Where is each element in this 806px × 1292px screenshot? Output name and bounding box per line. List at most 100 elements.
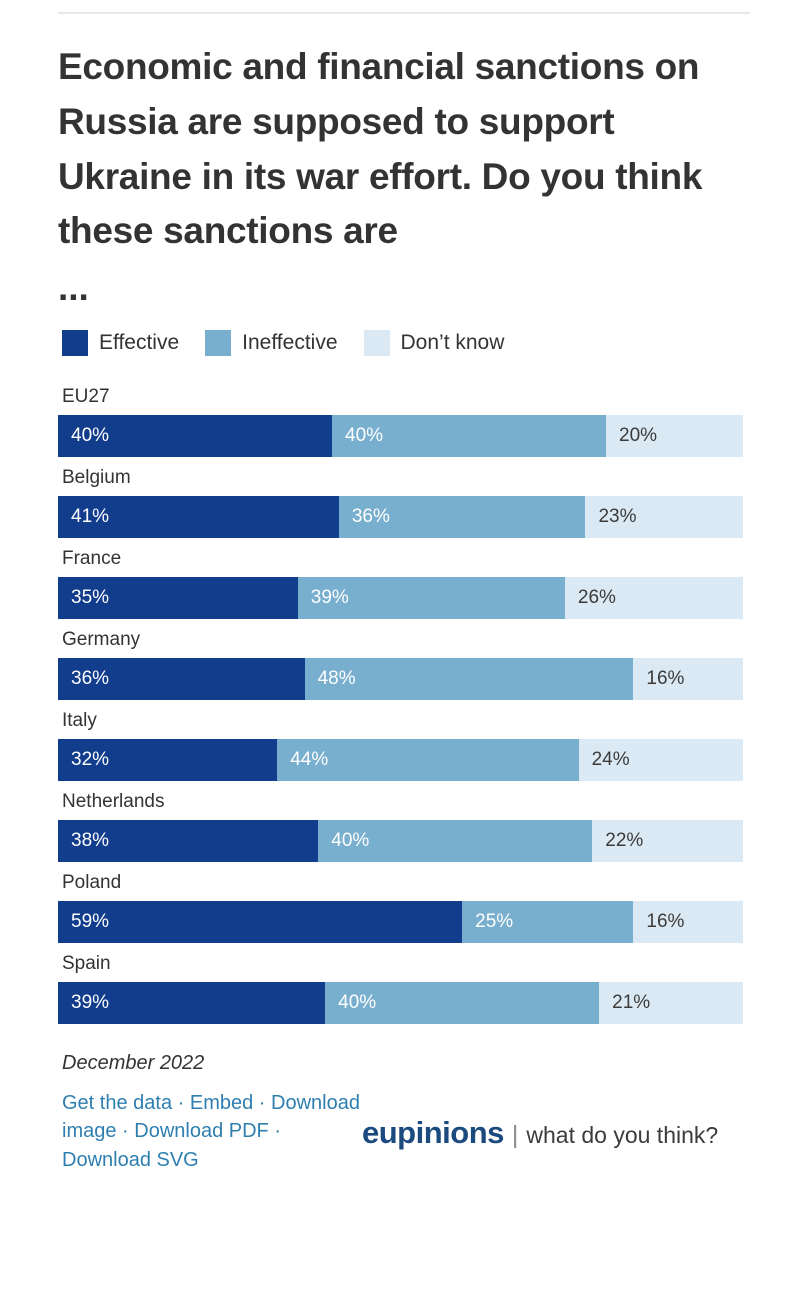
bar-group: Poland 59% 25% 16% [58, 862, 748, 943]
chart-bars: EU27 40% 40% 20% Belgium 41% 36% 23% France 35% 39… [58, 376, 748, 1024]
bar-group: Germany 36% 48% 16% [58, 619, 748, 700]
bar-segment-value: 20% [619, 425, 658, 446]
footer-link-separator: · [253, 1092, 272, 1114]
bar-segment[interactable]: 38% [58, 820, 319, 862]
bar-segment[interactable]: 35% [58, 577, 298, 619]
bar-segment-value: 40% [345, 425, 384, 446]
footer-links: Get the data · Embed · Download image · … [62, 1089, 372, 1174]
bar-segment-value: 35% [71, 587, 110, 608]
bar-segment[interactable]: 39% [58, 982, 326, 1024]
bar-segment-value: 24% [591, 749, 630, 770]
bar-segment[interactable]: 26% [564, 577, 743, 619]
bar-category-label: EU27 [62, 386, 110, 407]
stacked-bar: 38% 40% 22% [58, 820, 743, 862]
bar-segment[interactable]: 44% [277, 739, 579, 781]
bar-category-label: Netherlands [62, 791, 165, 812]
bar-segment[interactable]: 16% [633, 658, 743, 700]
chart-legend: Effective Ineffective Don’t know [62, 330, 748, 356]
bar-group: EU27 40% 40% 20% [58, 376, 748, 457]
bar-segment[interactable]: 36% [338, 496, 586, 538]
bar-category-label: Italy [62, 710, 97, 731]
legend-swatch-icon [205, 330, 232, 356]
page-title: Economic and financial sanctions on Russ… [58, 46, 703, 252]
legend-item[interactable]: Effective [62, 330, 179, 356]
legend-item-label: Don’t know [400, 331, 505, 354]
bar-segment-value: 32% [71, 749, 110, 770]
stacked-bar: 39% 40% 21% [58, 982, 743, 1024]
footer-link[interactable]: Embed [190, 1092, 253, 1114]
bar-segment-value: 40% [331, 830, 370, 851]
bar-segment[interactable]: 40% [58, 415, 332, 457]
legend-item-label: Effective [99, 331, 180, 354]
stacked-bar: 36% 48% 16% [58, 658, 743, 700]
survey-date: December 2022 [62, 1052, 205, 1074]
bar-group: Belgium 41% 36% 23% [58, 457, 748, 538]
bar-segment-value: 16% [646, 911, 685, 932]
stacked-bar: 32% 44% 24% [58, 739, 743, 781]
bar-segment-value: 22% [605, 830, 644, 851]
bar-segment-value: 38% [71, 830, 110, 851]
bar-segment-value: 40% [71, 425, 110, 446]
bar-segment-value: 39% [71, 992, 110, 1013]
chart-page: Economic and financial sanctions on Russ… [0, 12, 806, 1292]
bar-segment[interactable]: 21% [599, 982, 743, 1024]
bar-segment[interactable]: 40% [318, 820, 593, 862]
footer-link-separator: · [116, 1120, 135, 1143]
legend-item[interactable]: Don’t know [363, 330, 505, 356]
bar-segment[interactable]: 25% [462, 901, 634, 943]
bar-segment[interactable]: 20% [606, 415, 743, 457]
bar-segment[interactable]: 48% [304, 658, 634, 700]
bar-segment[interactable]: 24% [578, 739, 743, 781]
bar-segment-value: 41% [71, 506, 110, 527]
brand-lockup: eupinions | what do you think? [362, 1115, 718, 1151]
footer-link[interactable]: Download PDF [134, 1120, 269, 1142]
bar-category-label: Spain [62, 953, 111, 974]
bar-segment-value: 16% [646, 668, 685, 689]
bar-segment-value: 40% [338, 992, 377, 1013]
brand-tagline: what do you think? [526, 1122, 719, 1148]
legend-item-label: Ineffective [242, 331, 338, 354]
bar-group: France 35% 39% 26% [58, 538, 748, 619]
bar-segment-value: 21% [612, 992, 651, 1013]
bar-segment[interactable]: 16% [633, 901, 743, 943]
bar-category-label: France [62, 548, 122, 569]
bar-segment[interactable]: 40% [325, 982, 600, 1024]
bar-category-label: Poland [62, 872, 122, 893]
footer-link-separator: · [172, 1092, 190, 1114]
bar-segment-value: 44% [290, 749, 329, 770]
bar-segment-value: 39% [310, 587, 349, 608]
footer-link-separator: · [268, 1120, 281, 1143]
stacked-bar: 40% 40% 20% [58, 415, 743, 457]
bar-segment-value: 23% [598, 506, 637, 527]
footer-link[interactable]: Get the data [62, 1092, 172, 1114]
legend-swatch-icon [363, 330, 390, 356]
bar-segment[interactable]: 36% [58, 658, 305, 700]
bar-segment[interactable]: 22% [592, 820, 743, 862]
bar-group: Spain 39% 40% 21% [58, 943, 748, 1024]
stacked-bar: 35% 39% 26% [58, 577, 743, 619]
top-divider [58, 12, 750, 14]
bar-group: Italy 32% 44% 24% [58, 700, 748, 781]
bar-segment[interactable]: 23% [585, 496, 743, 538]
bar-group: Netherlands 38% 40% 22% [58, 781, 748, 862]
title-ellipsis: ... [58, 267, 89, 308]
legend-item[interactable]: Ineffective [205, 330, 338, 356]
brand-name: eupinions [362, 1115, 504, 1150]
footer-link[interactable]: Download SVG [62, 1149, 199, 1171]
bar-segment-value: 48% [317, 668, 356, 689]
legend-swatch-icon [62, 330, 88, 356]
bar-segment[interactable]: 32% [58, 739, 278, 781]
bar-segment-value: 36% [351, 506, 390, 527]
bar-segment[interactable]: 59% [58, 901, 463, 943]
brand-divider: | [511, 1121, 519, 1149]
stacked-bar: 59% 25% 16% [58, 901, 743, 943]
bar-segment-value: 36% [71, 668, 110, 689]
bar-segment-value: 25% [475, 911, 514, 932]
bar-segment[interactable]: 41% [58, 496, 339, 538]
bar-segment[interactable]: 39% [297, 577, 565, 619]
bar-segment-value: 26% [577, 587, 616, 608]
bar-category-label: Belgium [62, 467, 131, 488]
bar-category-label: Germany [62, 629, 141, 650]
stacked-bar: 41% 36% 23% [58, 496, 743, 538]
bar-segment[interactable]: 40% [332, 415, 606, 457]
